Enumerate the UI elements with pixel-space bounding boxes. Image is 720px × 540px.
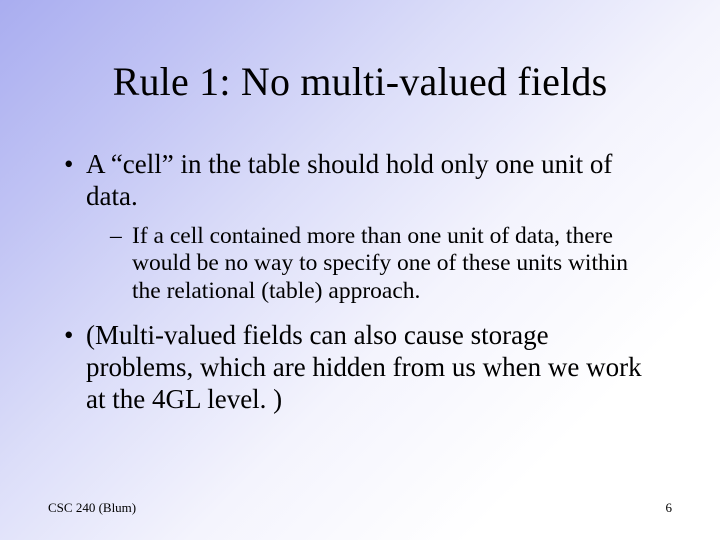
bullet-text-1: A “cell” in the table should hold only o… [86,149,612,211]
slide-number: 6 [666,500,673,516]
slide-title: Rule 1: No multi-valued fields [48,58,672,105]
sub-bullet-list: If a cell contained more than one unit o… [86,223,660,306]
bullet-list: A “cell” in the table should hold only o… [48,149,672,415]
bullet-item-1: A “cell” in the table should hold only o… [64,149,660,306]
sub-bullet-text-1: If a cell contained more than one unit o… [132,223,628,304]
bullet-text-2: (Multi-valued fields can also cause stor… [86,320,642,414]
footer-left: CSC 240 (Blum) [48,500,136,516]
slide: Rule 1: No multi-valued fields A “cell” … [0,0,720,540]
bullet-item-2: (Multi-valued fields can also cause stor… [64,320,660,416]
sub-bullet-item-1: If a cell contained more than one unit o… [110,223,660,306]
